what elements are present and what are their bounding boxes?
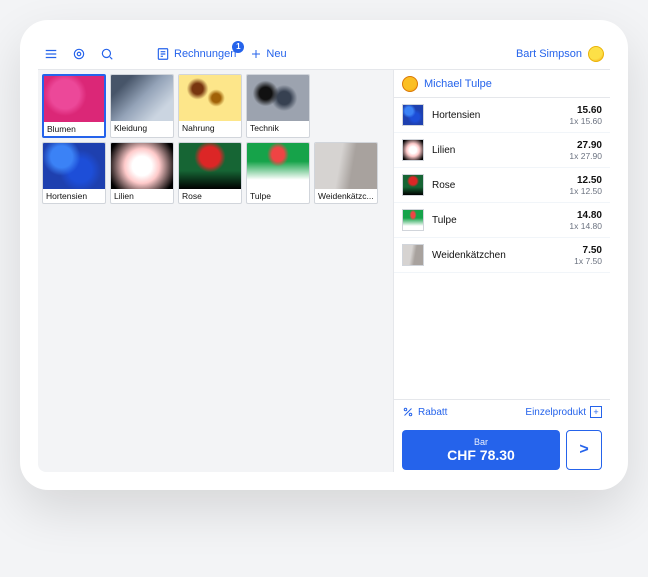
category-tile-clothing[interactable]: Kleidung (110, 74, 174, 138)
cart-item-name: Tulpe (432, 215, 561, 226)
category-label: Nahrung (179, 121, 241, 135)
rabatt-button[interactable]: Rabatt (402, 406, 447, 418)
cart-item-thumb (402, 139, 424, 161)
category-tile-tech[interactable]: Technik (246, 74, 310, 138)
product-tile-weiden[interactable]: Weidenkätzc... (314, 142, 378, 204)
einzelprodukt-button[interactable]: Einzelprodukt + (525, 406, 602, 418)
cart-item-price: 27.90 (569, 140, 602, 151)
einzelprodukt-label: Einzelprodukt (525, 407, 586, 418)
cart-item-price: 12.50 (569, 175, 602, 186)
pay-button[interactable]: Bar CHF 78.30 (402, 430, 560, 470)
customer-selector[interactable]: Michael Tulpe (394, 70, 610, 98)
search-icon[interactable] (100, 47, 114, 61)
cart-item-detail: 1x 27.90 (569, 151, 602, 161)
category-label: Technik (247, 121, 309, 135)
catalog-panel: Blumen Kleidung Nahrung Technik Hortensien L… (38, 70, 393, 472)
product-label: Rose (179, 189, 241, 203)
cart-item-name: Hortensien (432, 110, 561, 121)
customer-name: Michael Tulpe (424, 78, 492, 90)
category-tile-food[interactable]: Nahrung (178, 74, 242, 138)
rechnungen-badge: 1 (232, 41, 244, 53)
cart-item[interactable]: Tulpe 14.801x 14.80 (394, 203, 610, 238)
cart-item[interactable]: Rose 12.501x 12.50 (394, 168, 610, 203)
cart-item-name: Lilien (432, 145, 561, 156)
cart-item-price: 15.60 (569, 105, 602, 116)
cart-item-name: Weidenkätzchen (432, 250, 566, 261)
category-thumb (247, 75, 309, 121)
next-button[interactable]: > (566, 430, 602, 470)
product-thumb (43, 143, 105, 189)
category-tile-flowers[interactable]: Blumen (42, 74, 106, 138)
neu-button[interactable]: Neu (250, 48, 286, 60)
rechnungen-label: Rechnungen (174, 48, 236, 60)
product-thumb (111, 143, 173, 189)
cart-item[interactable]: Hortensien 15.601x 15.60 (394, 98, 610, 133)
target-icon[interactable] (72, 47, 86, 61)
cart-item-name: Rose (432, 180, 561, 191)
cart-item[interactable]: Lilien 27.901x 27.90 (394, 133, 610, 168)
cart-item-detail: 1x 7.50 (574, 256, 602, 266)
customer-avatar-icon (402, 76, 418, 92)
cart-item-price: 7.50 (574, 245, 602, 256)
cart-panel: Michael Tulpe Hortensien 15.601x 15.60 Lil… (393, 70, 610, 472)
category-thumb (111, 75, 173, 121)
cart-item-detail: 1x 14.80 (569, 221, 602, 231)
product-thumb (315, 143, 377, 189)
category-thumb (44, 76, 104, 122)
cart-item[interactable]: Weidenkätzchen 7.501x 7.50 (394, 238, 610, 273)
pay-amount: CHF 78.30 (447, 447, 515, 463)
product-label: Lilien (111, 189, 173, 203)
cart-item-detail: 1x 12.50 (569, 186, 602, 196)
chevron-right-icon: > (579, 441, 588, 459)
cart-item-thumb (402, 244, 424, 266)
user-name: Bart Simpson (516, 48, 582, 60)
plus-icon: + (590, 406, 602, 418)
neu-label: Neu (266, 48, 286, 60)
product-thumb (179, 143, 241, 189)
user-menu[interactable]: Bart Simpson (516, 46, 604, 62)
rabatt-label: Rabatt (418, 407, 447, 418)
cart-item-thumb (402, 209, 424, 231)
cart-item-price: 14.80 (569, 210, 602, 221)
product-label: Hortensien (43, 189, 105, 203)
user-avatar-icon (588, 46, 604, 62)
product-tile-tulpe[interactable]: Tulpe (246, 142, 310, 204)
menu-icon[interactable] (44, 47, 58, 61)
product-tile-hortensien[interactable]: Hortensien (42, 142, 106, 204)
product-label: Tulpe (247, 189, 309, 203)
product-label: Weidenkätzc... (315, 189, 377, 203)
cart-item-detail: 1x 15.60 (569, 116, 602, 126)
pay-method-label: Bar (474, 437, 488, 447)
product-tile-rose[interactable]: Rose (178, 142, 242, 204)
category-label: Kleidung (111, 121, 173, 135)
cart-item-thumb (402, 174, 424, 196)
cart-item-thumb (402, 104, 424, 126)
product-thumb (247, 143, 309, 189)
rechnungen-button[interactable]: Rechnungen 1 (156, 47, 236, 61)
category-label: Blumen (44, 122, 104, 136)
product-tile-lilien[interactable]: Lilien (110, 142, 174, 204)
category-thumb (179, 75, 241, 121)
